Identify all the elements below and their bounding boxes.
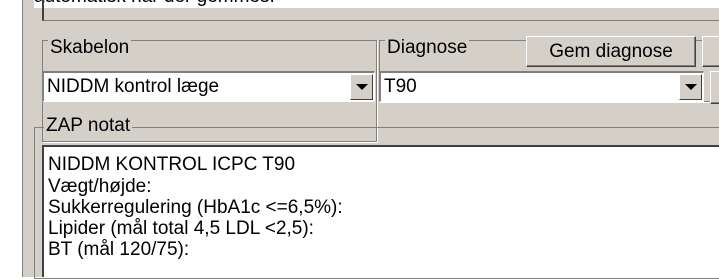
zap-note-textarea[interactable]: NIDDM KONTROL ICPC T90 Vægt/højde: Sukke… — [42, 145, 719, 277]
extra-button[interactable] — [702, 36, 719, 67]
skabelon-selected-value: NIDDM kontrol læge — [47, 76, 220, 97]
diagnose-select[interactable]: T90 — [379, 71, 704, 102]
chevron-down-icon — [684, 84, 697, 90]
dialog-window: automatisk når der gemmes. Skabelon Diag… — [0, 0, 719, 279]
left-divider — [22, 0, 23, 277]
zap-legend: ZAP notat — [44, 115, 133, 136]
save-diagnosis-label: Gem diagnose — [549, 40, 673, 62]
note-line: BT (mål 120/75): — [48, 239, 190, 260]
diagnose-dropdown-button[interactable] — [679, 74, 702, 100]
note-line: Sukkerregulering (HbA1c <=6,5%): — [48, 197, 343, 218]
diagnose-selected-value: T90 — [384, 76, 417, 97]
extra-side-button[interactable] — [710, 71, 719, 104]
note-line: Vægt/højde: — [48, 176, 152, 197]
top-edit-border — [42, 0, 719, 21]
skabelon-dropdown-button[interactable] — [350, 74, 373, 100]
chevron-down-icon — [355, 84, 368, 90]
note-line: Lipider (mål total 4,5 LDL <2,5): — [48, 218, 314, 239]
skabelon-legend: Skabelon — [48, 37, 132, 58]
note-line: NIDDM KONTROL ICPC T90 — [48, 154, 296, 175]
diagnose-legend: Diagnose — [385, 37, 470, 58]
save-diagnosis-button[interactable]: Gem diagnose — [526, 36, 696, 67]
skabelon-select[interactable]: NIDDM kontrol læge — [42, 71, 375, 102]
left-margin — [0, 0, 22, 277]
